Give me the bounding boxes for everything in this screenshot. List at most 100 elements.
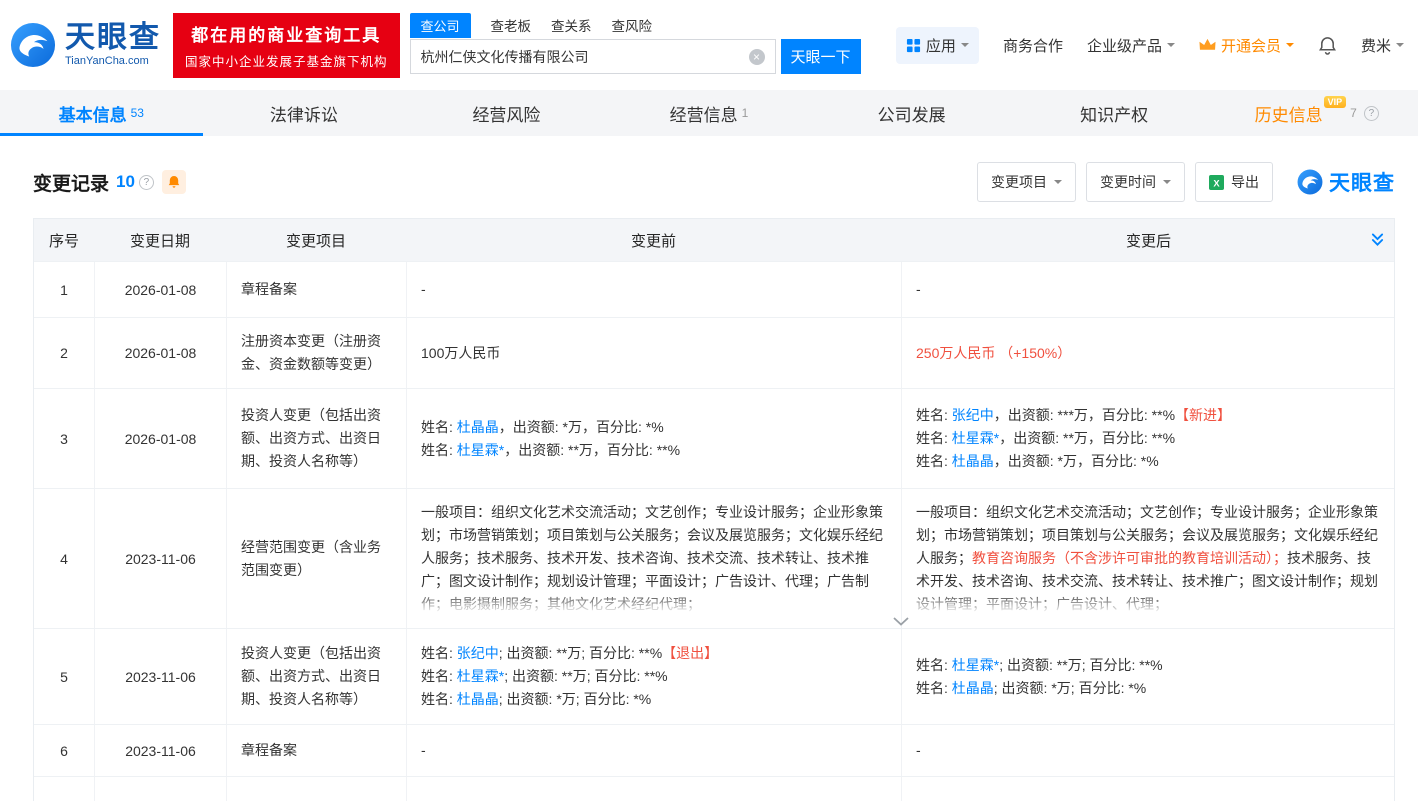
clear-icon[interactable]: × — [749, 49, 765, 65]
expand-chevron-icon[interactable] — [885, 615, 917, 628]
row-change-item: 投资人变更（包括出资额、出资方式、出资日期、投资人名称等） — [226, 629, 406, 724]
nav-apps[interactable]: 应用 — [896, 27, 979, 64]
filter-change-time-button[interactable]: 变更时间 — [1086, 162, 1185, 202]
page-tab-label: 经营信息 — [670, 101, 738, 126]
chevron-down-icon — [1054, 180, 1062, 188]
row-change-item: 章程备案 — [226, 725, 406, 776]
table-body: 12026-01-08章程备案--22026-01-08注册资本变更（注册资金、… — [34, 261, 1394, 776]
tianyancha-logo[interactable]: 天眼查 TianYanCha.com — [10, 22, 161, 68]
person-link[interactable]: 张纪中 — [457, 645, 499, 661]
search-button[interactable]: 天眼一下 — [781, 39, 861, 74]
search-tab[interactable]: 查公司 — [410, 13, 471, 38]
row-change-item-text: 投资人变更（包括出资额、出资方式、出资日期、投资人名称等） — [241, 404, 392, 473]
text-segment: 姓名: — [421, 645, 457, 661]
logo-wordmark: 天眼查 — [65, 23, 161, 53]
change-line: - — [916, 278, 921, 301]
nav-enterprise-label: 企业级产品 — [1087, 35, 1162, 56]
person-link[interactable]: 杜晶晶 — [457, 419, 499, 435]
change-text: 姓名: 杜晶晶，出资额: *万，百分比: *%姓名: 杜星霖*，出资额: **万… — [421, 416, 680, 462]
filter-change-item-button[interactable]: 变更项目 — [977, 162, 1076, 202]
person-link[interactable]: 杜星霖* — [457, 442, 504, 458]
text-segment: 教育咨询服务（不含涉许可审批的教育培训活动）； — [972, 550, 1287, 566]
page-tab[interactable]: 公司发展 — [810, 90, 1013, 136]
page-tab[interactable]: 经营信息 1 — [608, 90, 811, 136]
text-segment: 姓名: — [916, 407, 952, 423]
page-tab-count: 53 — [131, 106, 144, 120]
text-segment: 姓名: — [421, 419, 457, 435]
change-line: 姓名: 杜星霖*; 出资额: **万; 百分比: **% — [916, 654, 1163, 677]
table-row-partial — [34, 776, 1394, 801]
text-segment: ; 出资额: **万; 百分比: **% — [499, 645, 662, 661]
person-link[interactable]: 杜星霖* — [952, 430, 999, 446]
change-line: 姓名: 杜晶晶，出资额: *万，百分比: *% — [421, 416, 680, 439]
row-seq: 4 — [34, 489, 94, 628]
search-tab[interactable]: 查风险 — [612, 15, 653, 38]
search-value: 杭州仁侠文化传播有限公司 — [421, 47, 589, 67]
search-tab[interactable]: 查关系 — [551, 15, 592, 38]
tianyancha-logo-icon — [10, 22, 56, 68]
export-button[interactable]: X 导出 — [1195, 162, 1273, 202]
change-cell: - — [406, 725, 901, 776]
person-link[interactable]: 杜星霖* — [457, 668, 504, 684]
person-link[interactable]: 张纪中 — [952, 407, 994, 423]
change-text: - — [916, 278, 921, 301]
page-tab-label: 法律诉讼 — [270, 101, 338, 126]
change-line: 姓名: 杜晶晶，出资额: *万，百分比: *% — [916, 450, 1231, 473]
section-header: 变更记录 10 ? 变更项目 变更时间 X 导出 — [33, 162, 1395, 202]
col-date: 变更日期 — [94, 230, 226, 251]
nav-vip[interactable]: 开通会员 — [1199, 35, 1294, 56]
page-tabs: 基本信息53 法律诉讼 经营风险 经营信息 1 公司发展 知识产权历史信息VIP7? — [0, 90, 1418, 136]
change-text: - — [421, 739, 426, 762]
watermark-logo: 天眼查 — [1297, 167, 1395, 197]
change-line: - — [421, 278, 426, 301]
text-segment: ; 出资额: *万; 百分比: *% — [499, 691, 651, 707]
search-tab[interactable]: 查老板 — [491, 15, 532, 38]
change-text: 一般项目：组织文化艺术交流活动；文艺创作；专业设计服务；企业形象策划；市场营销策… — [421, 501, 887, 616]
text-segment: ，出资额: **万，百分比: **% — [999, 430, 1175, 446]
page-tab[interactable]: 基本信息53 — [0, 90, 203, 136]
page-tab-label: 公司发展 — [878, 101, 946, 126]
nav-user[interactable]: 费米 — [1361, 35, 1404, 56]
text-segment: - — [916, 281, 921, 297]
text-segment: ; 出资额: **万; 百分比: **% — [999, 657, 1162, 673]
change-line: - — [421, 739, 426, 762]
text-segment: 姓名: — [916, 430, 952, 446]
person-link[interactable]: 杜晶晶 — [952, 680, 994, 696]
top-header: 天眼查 TianYanCha.com 都在用的商业查询工具 国家中小企业发展子基… — [0, 0, 1418, 90]
change-cell: 姓名: 杜星霖*; 出资额: **万; 百分比: **%姓名: 杜晶晶; 出资额… — [901, 629, 1396, 724]
table-header: 序号 变更日期 变更项目 变更前 变更后 — [34, 219, 1394, 261]
text-segment: 姓名: — [916, 680, 952, 696]
row-change-item: 注册资本变更（注册资金、资金数额等变更） — [226, 318, 406, 388]
page-tab[interactable]: 法律诉讼 — [203, 90, 406, 136]
person-link[interactable]: 杜星霖* — [952, 657, 999, 673]
text-segment: ，出资额: *万，百分比: *% — [499, 419, 664, 435]
filter-change-item-label: 变更项目 — [991, 172, 1047, 192]
search-input[interactable]: 杭州仁侠文化传播有限公司 × — [410, 39, 776, 74]
nav-enterprise[interactable]: 企业级产品 — [1087, 35, 1175, 56]
crown-icon — [1199, 38, 1216, 52]
text-segment: 姓名: — [421, 442, 457, 458]
change-line: 一般项目：组织文化艺术交流活动；文艺创作；专业设计服务；企业形象策划；市场营销策… — [916, 501, 1382, 616]
help-icon[interactable]: ? — [139, 175, 154, 190]
page-tab-count: 1 — [742, 106, 749, 120]
banner-line1: 都在用的商业查询工具 — [185, 21, 388, 46]
page-tab[interactable]: 历史信息VIP7? — [1215, 90, 1418, 136]
page-tab[interactable]: 知识产权 — [1013, 90, 1216, 136]
change-cell: - — [901, 262, 1396, 317]
monitor-bell-button[interactable] — [162, 170, 186, 194]
notifications-bell[interactable] — [1318, 36, 1337, 55]
change-line: 姓名: 杜星霖*，出资额: **万，百分比: **% — [916, 427, 1231, 450]
text-segment: ; 出资额: **万; 百分比: **% — [504, 668, 667, 684]
nav-cooperation[interactable]: 商务合作 — [1003, 35, 1063, 56]
change-text: 姓名: 杜星霖*; 出资额: **万; 百分比: **%姓名: 杜晶晶; 出资额… — [916, 654, 1163, 700]
text-segment: - — [916, 742, 921, 758]
row-change-item-text: 投资人变更（包括出资额、出资方式、出资日期、投资人名称等） — [241, 642, 392, 711]
person-link[interactable]: 杜晶晶 — [952, 453, 994, 469]
text-segment: ; 出资额: *万; 百分比: *% — [994, 680, 1146, 696]
collapse-double-chevron-icon[interactable] — [1371, 233, 1384, 248]
text-segment: 一般项目：组织文化艺术交流活动；文艺创作；专业设计服务；企业形象策划；市场营销策… — [421, 504, 883, 612]
row-seq: 1 — [34, 262, 94, 317]
change-line: - — [916, 739, 921, 762]
person-link[interactable]: 杜晶晶 — [457, 691, 499, 707]
page-tab[interactable]: 经营风险 — [405, 90, 608, 136]
